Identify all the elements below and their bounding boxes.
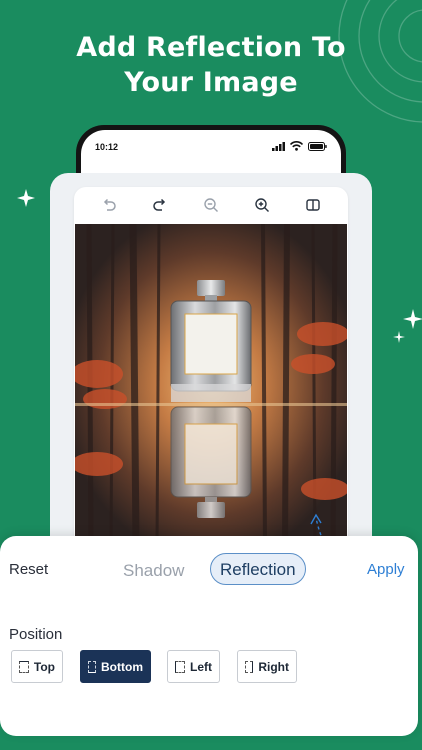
position-right-button[interactable]: Right bbox=[237, 650, 297, 683]
redo-icon bbox=[153, 198, 166, 211]
tab-shadow[interactable]: Shadow bbox=[123, 561, 184, 581]
position-left-button[interactable]: Left bbox=[167, 650, 220, 683]
position-right-icon bbox=[245, 660, 254, 673]
position-top-label: Top bbox=[33, 659, 55, 674]
status-time: 10:12 bbox=[95, 142, 119, 152]
tab-reflection[interactable]: Reflection bbox=[210, 553, 306, 585]
position-right-label: Right bbox=[258, 659, 289, 674]
status-icons bbox=[272, 141, 327, 151]
signal-icon bbox=[272, 141, 285, 151]
redo-button[interactable] bbox=[149, 194, 171, 216]
photo-canvas bbox=[75, 224, 347, 544]
apply-button[interactable]: Apply bbox=[367, 561, 405, 578]
editor-card bbox=[50, 173, 372, 573]
position-bottom-label: Bottom bbox=[101, 659, 143, 674]
zoom-in-button[interactable] bbox=[251, 194, 273, 216]
headline: Add Reflection To Your Image bbox=[0, 30, 422, 100]
reset-button[interactable]: Reset bbox=[9, 561, 48, 578]
undo-icon bbox=[104, 198, 117, 211]
position-left-label: Left bbox=[190, 659, 212, 674]
position-bottom-button[interactable]: Bottom bbox=[80, 650, 151, 683]
battery-icon bbox=[308, 141, 327, 151]
wifi-icon bbox=[290, 141, 303, 151]
zoom-out-button[interactable] bbox=[200, 194, 222, 216]
sparkle-icon bbox=[403, 309, 422, 329]
compare-button[interactable] bbox=[302, 194, 324, 216]
image-editor bbox=[74, 187, 348, 557]
headline-line-2: Your Image bbox=[124, 67, 298, 98]
editor-toolbar bbox=[74, 187, 348, 223]
sparkle-icon bbox=[393, 331, 405, 343]
headline-line-1: Add Reflection To bbox=[76, 32, 346, 63]
undo-button[interactable] bbox=[98, 194, 120, 216]
zoom-in-icon bbox=[255, 198, 269, 212]
position-bottom-icon bbox=[88, 660, 96, 673]
zoom-out-icon bbox=[204, 198, 218, 212]
position-label: Position bbox=[9, 626, 63, 643]
position-top-button[interactable]: Top bbox=[11, 650, 63, 683]
reflection-settings-panel: Reset Shadow Reflection Position Top Bot… bbox=[0, 536, 418, 736]
compare-icon bbox=[305, 199, 320, 211]
sparkle-icon bbox=[17, 189, 35, 207]
position-top-icon bbox=[19, 660, 29, 673]
position-left-icon bbox=[175, 660, 185, 673]
